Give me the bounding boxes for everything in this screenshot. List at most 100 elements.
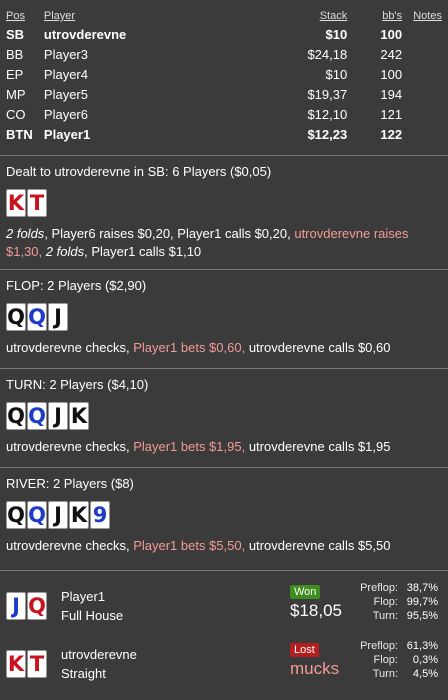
playing-card: Q [6,303,26,331]
equity-stats: Preflop: 38,7% Flop: 99,7% Turn: 95,5% [346,581,438,623]
won-amount: $18,05 [290,601,342,620]
muck-label: mucks [290,659,340,678]
river-section: RIVER: 2 Players ($8) Q Q J K 9 utrovder… [0,468,448,571]
playing-card: K [6,189,26,217]
stat-label: Flop: [373,654,398,666]
showdown-row[interactable]: J Q Player1 Full House Won $18,05 Preflo… [0,577,448,635]
seat-player: Player1 [43,126,91,142]
playing-card: Q [27,402,47,430]
seat-stack: $19,37 [307,86,348,102]
preflop-actions: 2 folds, Player6 raises $0,20, Player1 c… [6,226,409,259]
seat-stack: $12,10 [307,106,348,122]
stat-label: Preflop: [360,640,398,652]
stat-label: Turn: [372,668,398,680]
river-actions: utrovderevne checks, Player1 bets $5,50,… [6,538,391,553]
stat-value: 38,7% [406,582,438,594]
turn-actions: utrovderevne checks, Player1 bets $1,95,… [6,439,391,454]
bbs-header[interactable]: bb's [382,10,402,22]
playing-card: J [48,501,68,529]
playing-card: Q [27,303,47,331]
hand-history-panel: Pos Player Stack bb's Notes SB utrovdere… [0,0,448,700]
stat-value: 0,3% [412,654,438,666]
flop-section: FLOP: 2 Players ($2,90) Q Q J utrovderev… [0,270,448,369]
preflop-title: Dealt to utrovderevne in SB: 6 Players (… [6,164,272,179]
stat-label: Preflop: [360,582,398,594]
stat-label: Turn: [372,610,398,622]
player-name: utrovderevne [61,647,137,662]
seat-row[interactable]: MP Player5 $19,37 194 [6,84,442,104]
seat-position: BTN [6,126,33,142]
playing-card: Q [6,402,26,430]
stat-value: 99,7% [406,596,438,608]
seat-position: MP [6,86,26,102]
seat-position: CO [6,106,26,122]
seat-stack: $24,18 [307,46,348,62]
playing-card: J [48,402,68,430]
seat-bbs: 100 [380,66,403,82]
shown-cards: J Q [6,592,47,620]
seats-table: Pos Player Stack bb's Notes SB utrovdere… [0,0,448,156]
stat-value: 4,5% [412,668,438,680]
seat-position: SB [6,26,25,42]
preflop-section: Dealt to utrovderevne in SB: 6 Players (… [0,156,448,270]
playing-card: K [6,650,26,678]
stack-header[interactable]: Stack [320,10,348,22]
board-cards: Q Q J K 9 [6,501,442,529]
seat-player: Player4 [43,66,88,82]
seat-bbs: 100 [380,26,403,42]
playing-card: Q [6,501,26,529]
seat-position: EP [6,66,24,82]
equity-stats: Preflop: 61,3% Flop: 0,3% Turn: 4,5% [346,639,438,681]
seat-stack: $12,23 [307,126,348,142]
playing-card: K [69,501,89,529]
river-title: RIVER: 2 Players ($8) [6,476,134,491]
stat-label: Flop: [373,596,398,608]
flop-actions: utrovderevne checks, Player1 bets $0,60,… [6,340,391,355]
seat-position: BB [6,46,24,62]
pos-header[interactable]: Pos [6,10,25,22]
playing-card: 9 [90,501,110,529]
playing-card: J [6,592,26,620]
playing-card: Q [27,592,47,620]
shown-cards: K T [6,650,47,678]
result: Won $18,05 [290,583,352,621]
seat-row[interactable]: BB Player3 $24,18 242 [6,44,442,64]
showdown-row[interactable]: K T utrovderevne Straight Lost mucks Pre… [0,635,448,693]
lost-badge: Lost [290,643,319,657]
hand-rank: Full House [61,608,124,623]
seats-header: Pos Player Stack bb's Notes [6,8,442,24]
seat-bbs: 122 [380,126,403,142]
playing-card: T [27,189,47,217]
seat-stack: $10 [325,66,348,82]
seat-player: Player5 [43,86,88,102]
player-name: Player1 [61,589,106,604]
turn-section: TURN: 2 Players ($4,10) Q Q J K utrovder… [0,369,448,468]
seat-bbs: 242 [380,46,403,62]
seat-bbs: 194 [380,86,403,102]
playing-card: J [48,303,68,331]
seat-row[interactable]: EP Player4 $10 100 [6,64,442,84]
player-info: utrovderevne Straight [61,645,241,683]
player-header[interactable]: Player [44,10,75,22]
seat-bbs: 121 [380,106,403,122]
seat-row[interactable]: BTN Player1 $12,23 122 [6,124,442,144]
hole-cards: K T [6,189,442,217]
player-info: Player1 Full House [61,587,241,625]
board-cards: Q Q J [6,303,442,331]
flop-title: FLOP: 2 Players ($2,90) [6,278,147,293]
turn-title: TURN: 2 Players ($4,10) [6,377,149,392]
playing-card: T [27,650,47,678]
seat-stack: $10 [325,26,348,42]
seat-row[interactable]: SB utrovderevne $10 100 [6,24,442,44]
notes-header[interactable]: Notes [413,10,442,22]
board-cards: Q Q J K [6,402,442,430]
playing-card: K [69,402,89,430]
won-badge: Won [290,585,321,599]
playing-card: Q [27,501,47,529]
result: Lost mucks [290,641,352,679]
hand-rank: Straight [61,666,106,681]
stat-value: 95,5% [406,610,438,622]
seat-player: utrovderevne [43,26,127,42]
seat-row[interactable]: CO Player6 $12,10 121 [6,104,442,124]
seat-player: Player6 [43,106,88,122]
